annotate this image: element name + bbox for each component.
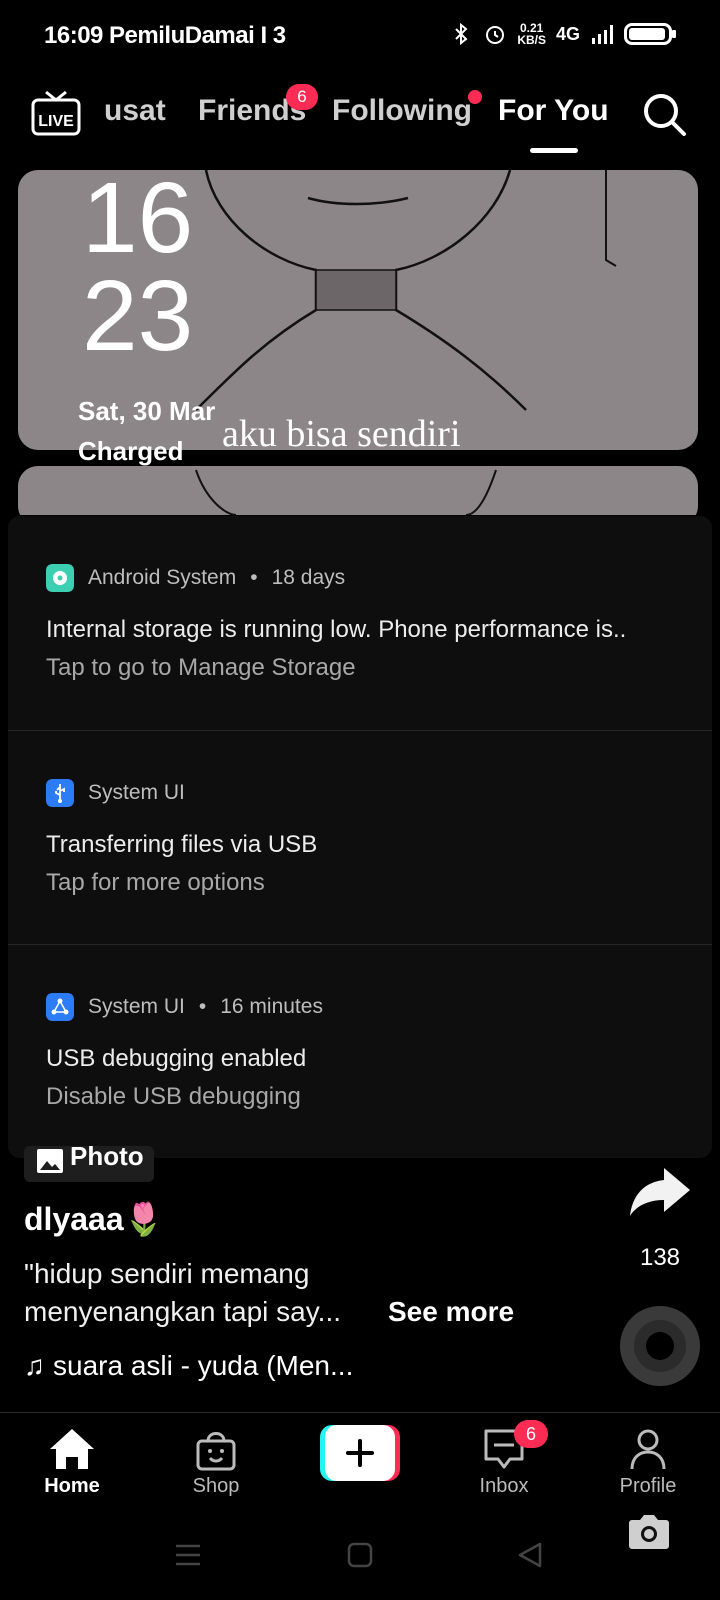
status-left-text: 16:09 PemiluDamai I 3	[44, 22, 286, 49]
notification-subtitle: Tap to go to Manage Storage	[46, 654, 356, 681]
nav-profile[interactable]: Profile	[598, 1427, 698, 1498]
photo-tag-label: Photo	[70, 1146, 144, 1171]
notification-header: System UI	[46, 779, 185, 807]
notification-title: Transferring files via USB	[46, 831, 318, 858]
music-note-icon: ♫	[24, 1350, 45, 1381]
notification-subtitle: Disable USB debugging	[46, 1083, 301, 1110]
back-icon[interactable]	[516, 1542, 544, 1568]
post-username[interactable]: dlyaaa🌷	[24, 1200, 163, 1238]
camera-icon[interactable]	[628, 1514, 670, 1550]
music-disc-icon[interactable]	[620, 1306, 700, 1386]
clock-minute: 23	[82, 260, 194, 372]
notification-storage[interactable]: Android System • 18 days Internal storag…	[8, 516, 712, 730]
profile-icon	[630, 1429, 666, 1470]
notification-separator: •	[198, 995, 207, 1018]
see-more-link[interactable]: See more	[388, 1296, 514, 1328]
net-speed: 0.21 KB/S	[517, 22, 546, 46]
nav-profile-label: Profile	[619, 1475, 677, 1497]
post-description-line1: "hidup sendiri memang	[24, 1258, 310, 1289]
nav-home-label: Home	[44, 1475, 100, 1497]
home-icon	[50, 1429, 94, 1469]
debug-icon	[46, 993, 74, 1021]
notification-header: Android System • 18 days	[46, 564, 345, 592]
live-icon[interactable]: LIVE	[30, 86, 82, 138]
storage-icon	[46, 564, 74, 592]
bluetooth-icon	[455, 22, 468, 46]
status-bar: 16:09 PemiluDamai I 3 0.21 KB/S 4G	[0, 0, 720, 72]
notification-panel: Android System • 18 days Internal storag…	[8, 516, 712, 1158]
signal-icon	[592, 25, 613, 44]
notification-title: Internal storage is running low. Phone p…	[46, 616, 627, 643]
notification-usb-transfer[interactable]: System UI Transferring files via USB Tap…	[8, 730, 712, 944]
network-type: 4G	[555, 23, 580, 44]
status-icons: 0.21 KB/S 4G	[449, 22, 676, 46]
nav-inbox-label: Inbox	[479, 1475, 529, 1497]
net-speed-unit: KB/S	[517, 33, 546, 47]
top-nav: LIVE usat Friends 6 Following For You	[0, 80, 720, 160]
active-tab-indicator	[530, 148, 578, 153]
usb-icon	[46, 779, 74, 807]
tab-for-you[interactable]: For You	[498, 94, 609, 128]
notification-app-name: Android System	[88, 566, 237, 589]
system-nav	[0, 1520, 720, 1600]
notification-header: System UI • 16 minutes	[46, 993, 323, 1021]
notification-title: USB debugging enabled	[46, 1045, 307, 1072]
clock-date: Sat, 30 Mar	[78, 396, 216, 426]
notification-time: 18 days	[271, 566, 346, 589]
search-icon[interactable]	[640, 90, 688, 138]
shop-icon	[196, 1432, 236, 1471]
video-overlay-caption: aku bisa sendiri	[222, 413, 461, 455]
nav-shop-label: Shop	[192, 1475, 240, 1497]
svg-text:LIVE: LIVE	[38, 113, 74, 130]
battery-icon	[624, 23, 676, 45]
charge-status: Charged	[78, 436, 184, 466]
notification-time: 16 minutes	[220, 995, 323, 1018]
photo-tag[interactable]: Photo	[24, 1146, 154, 1182]
share-count: 138	[639, 1244, 681, 1271]
nav-shop[interactable]: Shop	[166, 1427, 266, 1498]
tab-following[interactable]: Following	[332, 94, 472, 128]
bottom-nav: Home Shop Inbox Profile	[0, 1412, 720, 1512]
alarm-icon	[486, 26, 505, 44]
photo-icon	[37, 1149, 63, 1173]
create-icon[interactable]	[320, 1425, 400, 1481]
battery-level	[629, 28, 666, 40]
nav-home[interactable]: Home	[22, 1427, 122, 1498]
music-track-label: suara asli - yuda (Men...	[53, 1350, 354, 1381]
music-track[interactable]: ♫ suara asli - yuda (Men...	[24, 1350, 353, 1382]
share-icon[interactable]	[628, 1164, 692, 1220]
home-button-icon[interactable]	[346, 1542, 374, 1568]
following-dot	[468, 90, 482, 104]
notification-subtitle: Tap for more options	[46, 869, 265, 896]
notification-app-name: System UI	[88, 781, 185, 804]
post-description-line2: menyenangkan tapi say...	[24, 1296, 342, 1327]
menu-icon[interactable]	[174, 1542, 202, 1568]
inbox-badge: 6	[514, 1420, 548, 1448]
clock-hour: 16	[82, 162, 194, 274]
notification-app-name: System UI	[88, 995, 185, 1018]
notification-separator: •	[250, 566, 258, 589]
notification-usb-debugging[interactable]: System UI • 16 minutes USB debugging ena…	[8, 944, 712, 1158]
tab-usat[interactable]: usat	[104, 94, 166, 128]
friends-badge: 6	[286, 84, 318, 110]
